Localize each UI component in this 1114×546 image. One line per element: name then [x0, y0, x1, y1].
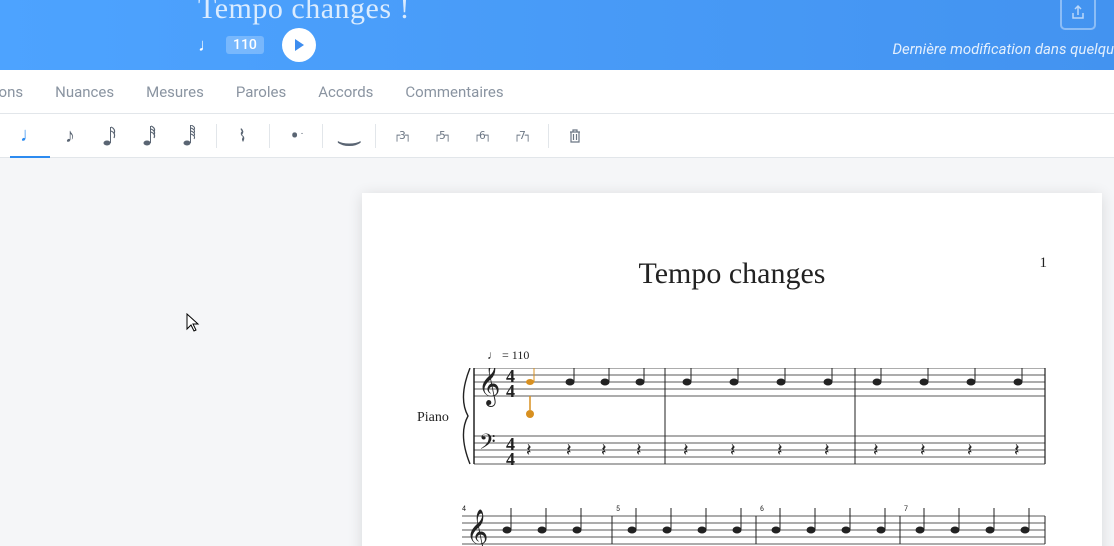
svg-text:4: 4: [506, 449, 515, 469]
menu-item-accords[interactable]: Accords: [318, 83, 373, 101]
svg-text:𝄽: 𝄽: [967, 440, 973, 460]
sixtyfourth-note-button[interactable]: [170, 114, 210, 158]
menu-item-paroles[interactable]: Paroles: [236, 83, 286, 101]
tempo-controls: ♩ 110: [198, 28, 316, 62]
quarter-note-button[interactable]: ♩: [10, 114, 50, 158]
tempo-marking[interactable]: ♩ = 110: [487, 348, 529, 363]
svg-text:𝄽: 𝄽: [873, 440, 879, 460]
tie-button[interactable]: ⌣: [329, 114, 369, 158]
last-modified-text: Dernière modification dans quelqu: [892, 40, 1114, 58]
play-icon: [292, 38, 306, 52]
menu-item-0[interactable]: tions: [0, 83, 23, 101]
svg-text:𝄽: 𝄽: [824, 440, 830, 460]
rest-icon: [237, 125, 249, 147]
tuplet-6-button[interactable]: ┌6┐: [462, 114, 502, 158]
thirtysecond-note-button[interactable]: [130, 114, 170, 158]
svg-text:𝄽: 𝄽: [636, 440, 642, 460]
document-title[interactable]: Tempo changes !: [198, 0, 410, 26]
score-page: 1 Tempo changes ♩ = 110 Piano: [362, 193, 1102, 546]
eighth-note-button[interactable]: ♪: [50, 114, 90, 158]
svg-text:𝄽: 𝄽: [566, 440, 572, 460]
dot-button[interactable]: •.: [276, 114, 316, 158]
instrument-label[interactable]: Piano: [417, 410, 449, 426]
svg-text:6: 6: [760, 505, 764, 513]
menu-item-nuances[interactable]: Nuances: [55, 83, 114, 101]
svg-text:𝄽: 𝄽: [777, 440, 783, 460]
svg-text:𝄽: 𝄽: [920, 440, 926, 460]
share-icon: [1070, 4, 1086, 20]
svg-text:𝄢: 𝄢: [479, 430, 496, 459]
quarter-note-icon: ♩: [198, 35, 216, 56]
svg-text:𝄞: 𝄞: [466, 510, 488, 546]
svg-text:4: 4: [462, 505, 466, 513]
menu-item-mesures[interactable]: Mesures: [146, 83, 204, 101]
score-canvas[interactable]: 1 Tempo changes ♩ = 110 Piano: [0, 158, 1114, 546]
sixtyfourth-note-icon: [182, 125, 198, 147]
note-toolbar: ♩ ♪ •. ⌣: [0, 114, 1114, 158]
delete-button[interactable]: [555, 114, 595, 158]
sixteenth-note-button[interactable]: [90, 114, 130, 158]
sixteenth-note-icon: [102, 125, 118, 147]
svg-text:𝄽: 𝄽: [730, 440, 736, 460]
staff-system[interactable]: 𝄞 𝄢 4 4 4 4 1 2 3: [462, 368, 1052, 546]
app-header: Tempo changes ! ♩ 110 Dernière modificat…: [0, 0, 1114, 70]
rest-button[interactable]: [223, 114, 263, 158]
score-title[interactable]: Tempo changes: [402, 257, 1062, 291]
svg-text:7: 7: [904, 505, 908, 513]
svg-text:𝄽: 𝄽: [601, 440, 607, 460]
toolbar-separator: [548, 124, 549, 148]
share-button[interactable]: [1060, 0, 1096, 30]
menu-bar: tions Nuances Mesures Paroles Accords Co…: [0, 70, 1114, 114]
trash-icon: [568, 128, 582, 144]
tuplet-5-button[interactable]: ┌5┐: [422, 114, 462, 158]
toolbar-separator: [375, 124, 376, 148]
tuplet-7-button[interactable]: ┌7┐: [502, 114, 542, 158]
tuplet-3-button[interactable]: ┌3┐: [382, 114, 422, 158]
tempo-value[interactable]: 110: [226, 36, 264, 54]
svg-text:5: 5: [616, 505, 620, 513]
svg-text:𝄽: 𝄽: [526, 440, 532, 460]
svg-text:𝄽: 𝄽: [1014, 440, 1020, 460]
play-button[interactable]: [282, 28, 316, 62]
thirtysecond-note-icon: [142, 125, 158, 147]
menu-item-commentaires[interactable]: Commentaires: [405, 83, 503, 101]
toolbar-separator: [269, 124, 270, 148]
svg-text:4: 4: [506, 381, 515, 401]
page-number: 1: [1040, 255, 1048, 272]
toolbar-separator: [216, 124, 217, 148]
toolbar-separator: [322, 124, 323, 148]
svg-text:𝄞: 𝄞: [478, 368, 500, 407]
svg-text:𝄽: 𝄽: [683, 440, 689, 460]
